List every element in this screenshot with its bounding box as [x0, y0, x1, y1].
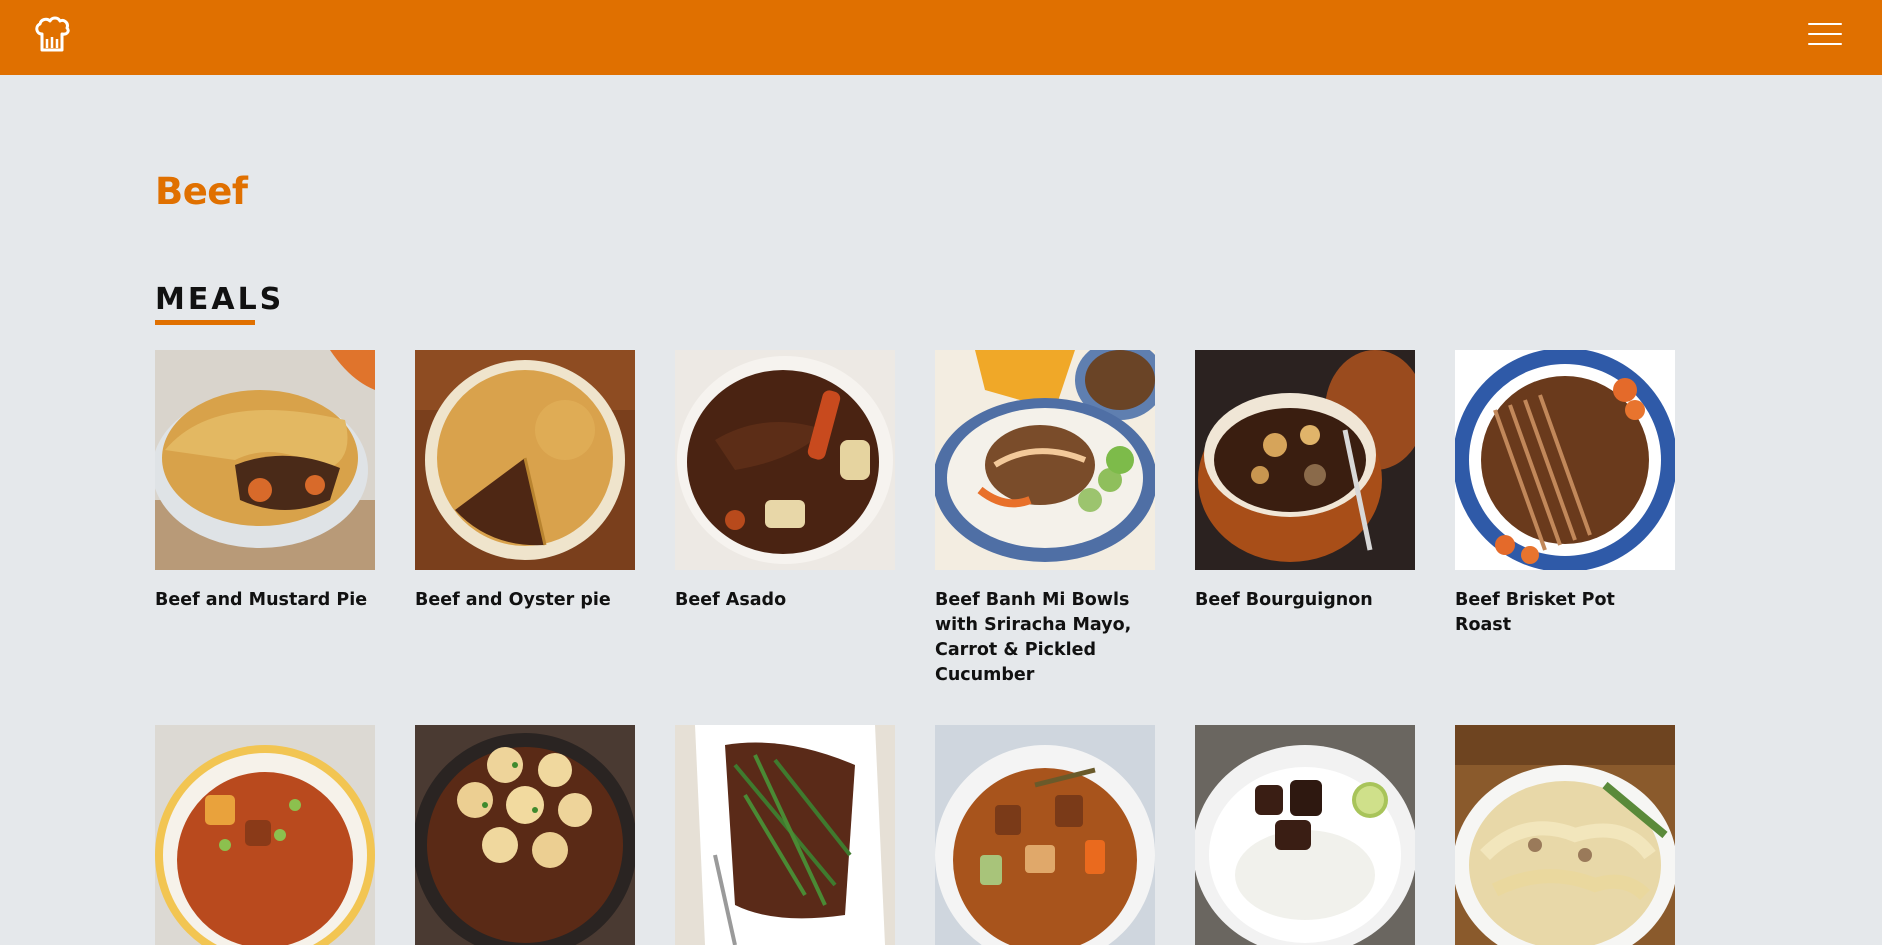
meal-name[interactable]: Beef Brisket Pot Roast: [1455, 588, 1677, 638]
meal-name[interactable]: Beef and Oyster pie: [415, 588, 637, 613]
meal-image[interactable]: [415, 350, 635, 570]
hamburger-menu-icon[interactable]: [1808, 20, 1842, 48]
meal-image[interactable]: [935, 725, 1155, 945]
meal-name[interactable]: Beef Asado: [675, 588, 897, 613]
meal-image[interactable]: [935, 350, 1155, 570]
menu-line: [1808, 33, 1842, 35]
page-title: Beef: [155, 170, 248, 213]
menu-line: [1808, 23, 1842, 25]
meal-image[interactable]: [1195, 725, 1415, 945]
meal-image[interactable]: [1455, 725, 1675, 945]
meal-image[interactable]: [415, 725, 635, 945]
top-navbar: [0, 0, 1882, 75]
menu-line: [1808, 43, 1842, 45]
meal-image[interactable]: [1455, 350, 1675, 570]
meal-name[interactable]: Beef Banh Mi Bowls with Sriracha Mayo, C…: [935, 588, 1157, 688]
section-underline: [155, 320, 255, 325]
meal-image[interactable]: [675, 350, 895, 570]
meal-image[interactable]: [155, 350, 375, 570]
meal-image[interactable]: [155, 725, 375, 945]
meal-image[interactable]: [675, 725, 895, 945]
meal-image[interactable]: [1195, 350, 1415, 570]
meal-name[interactable]: Beef and Mustard Pie: [155, 588, 377, 613]
section-title-meals: MEALS: [155, 282, 285, 317]
chef-hat-icon[interactable]: [34, 16, 70, 54]
meal-name[interactable]: Beef Bourguignon: [1195, 588, 1417, 613]
